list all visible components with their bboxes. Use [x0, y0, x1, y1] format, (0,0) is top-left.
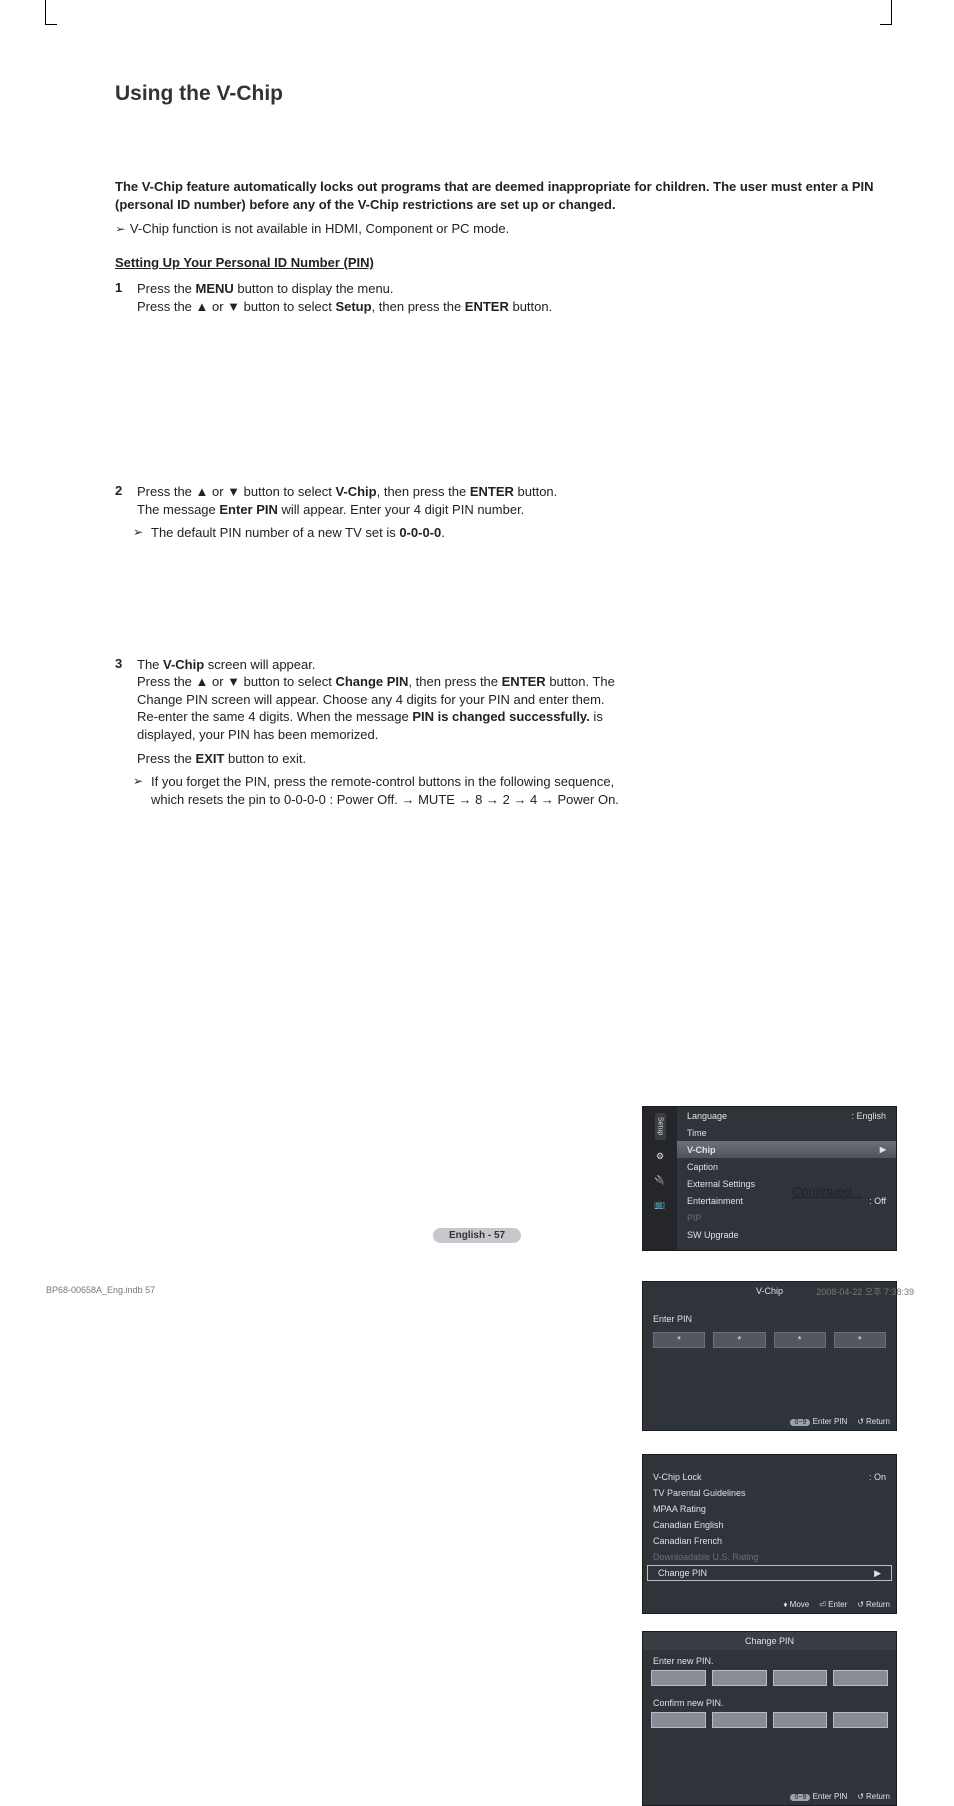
number-keys-icon: 0~9 — [790, 1794, 810, 1801]
menu-row-downloadable: Downloadable U.S. Rating — [643, 1549, 896, 1565]
menu-row-vchip-selected: V-Chip▶ — [677, 1141, 896, 1158]
return-icon: ↺ — [857, 1792, 864, 1801]
menu-row-can-french: Canadian French — [643, 1533, 896, 1549]
step-number: 1 — [115, 280, 137, 295]
number-keys-icon: 0~9 — [790, 1419, 810, 1426]
pin-digit — [773, 1712, 828, 1728]
top-note-text: V-Chip function is not available in HDMI… — [130, 221, 509, 236]
step-body: Press the ▲ or ▼ button to select V-Chip… — [137, 483, 637, 548]
step-2: 2 Press the ▲ or ▼ button to select V-Ch… — [115, 483, 892, 548]
return-icon: ↺ — [857, 1600, 864, 1609]
footer-timestamp: 2008-04-22 오후 7:38:39 — [816, 1285, 914, 1298]
print-footer: BP68-00658A_Eng.indb 57 2008-04-22 오후 7:… — [46, 1285, 914, 1298]
intro-paragraph: The V-Chip feature automatically locks o… — [115, 178, 892, 213]
return-icon: ↺ — [857, 1417, 864, 1426]
menu-row-mpaa: MPAA Rating — [643, 1501, 896, 1517]
pin-digit-2: * — [713, 1332, 765, 1348]
menu-row-change-pin-selected: Change PIN▶ — [647, 1565, 892, 1581]
osd4-hints: 0~9 Enter PIN ↺ Return — [790, 1792, 890, 1801]
pin-digit — [651, 1670, 706, 1686]
footer-filename: BP68-00658A_Eng.indb 57 — [46, 1285, 155, 1298]
menu-row-caption: Caption — [677, 1158, 896, 1175]
menu-row-tv-parental: TV Parental Guidelines — [643, 1485, 896, 1501]
new-pin-row — [643, 1670, 896, 1692]
steps-list: 1 Press the MENU button to display the m… — [115, 280, 892, 814]
pin-digit-4: * — [834, 1332, 886, 1348]
crop-mark-top-right — [880, 0, 892, 25]
menu-row-can-english: Canadian English — [643, 1517, 896, 1533]
step-3-subnote: If you forget the PIN, press the remote-… — [137, 773, 627, 808]
menu-row-vchip-lock: V-Chip Lock: On — [643, 1469, 896, 1485]
pin-digit — [651, 1712, 706, 1728]
continued-label: Continued... — [0, 1184, 862, 1199]
osd4-label2: Confirm new PIN. — [643, 1692, 896, 1712]
osd-vchip-menu: V-Chip Lock: On TV Parental Guidelines M… — [642, 1454, 897, 1614]
top-note: ➢V-Chip function is not available in HDM… — [115, 221, 892, 237]
gear-icon: ⚙ — [653, 1150, 667, 1164]
osd-enter-pin: V-Chip Enter PIN * * * * 0~9 Enter PIN ↺… — [642, 1281, 897, 1431]
osd-side-tabs: Setup ⚙ 🔌 📺 — [643, 1107, 677, 1250]
menu-row-pip: PIP — [677, 1209, 896, 1226]
pin-digit — [712, 1670, 767, 1686]
step-3: 3 The V-Chip screen will appear. Press t… — [115, 656, 892, 814]
tv-icon: 📺 — [653, 1198, 667, 1212]
setup-tab-label: Setup — [655, 1113, 666, 1139]
osd3-hints: ♦ Move ⏎ Enter ↺ Return — [783, 1600, 890, 1609]
pin-input-row: * * * * — [643, 1330, 896, 1350]
menu-row-time: Time — [677, 1124, 896, 1141]
step-body: Press the MENU button to display the men… — [137, 280, 637, 321]
osd2-hints: 0~9 Enter PIN ↺ Return — [790, 1417, 890, 1426]
step-number: 2 — [115, 483, 137, 498]
pin-digit — [833, 1712, 888, 1728]
step-2-subnote: The default PIN number of a new TV set i… — [137, 524, 627, 542]
step-1: 1 Press the MENU button to display the m… — [115, 280, 892, 321]
menu-row-language: Language: English — [677, 1107, 896, 1124]
osd-change-pin: Change PIN Enter new PIN. Confirm new PI… — [642, 1631, 897, 1806]
updown-icon: ♦ — [783, 1600, 787, 1609]
pin-digit — [833, 1670, 888, 1686]
pin-digit-1: * — [653, 1332, 705, 1348]
osd4-title: Change PIN — [643, 1632, 896, 1650]
osd-setup-menu: Setup ⚙ 🔌 📺 Language: English Time V-Chi… — [642, 1106, 897, 1251]
pin-digit — [712, 1712, 767, 1728]
chevron-right-icon: ▶ — [880, 1145, 886, 1154]
step-body: The V-Chip screen will appear. Press the… — [137, 656, 637, 814]
page-number-pill: English - 57 — [433, 1228, 521, 1243]
enter-icon: ⏎ — [819, 1600, 826, 1609]
page-title: Using the V-Chip — [115, 82, 892, 106]
chevron-right-icon: ▶ — [874, 1568, 881, 1579]
pin-digit — [773, 1670, 828, 1686]
confirm-pin-row — [643, 1712, 896, 1734]
crop-mark-top-left — [45, 0, 57, 25]
menu-row-swupgrade: SW Upgrade — [677, 1226, 896, 1243]
step-number: 3 — [115, 656, 137, 671]
osd4-label1: Enter new PIN. — [643, 1650, 896, 1670]
pin-digit-3: * — [774, 1332, 826, 1348]
section-subheading: Setting Up Your Personal ID Number (PIN) — [115, 255, 892, 270]
osd2-label: Enter PIN — [643, 1300, 896, 1330]
